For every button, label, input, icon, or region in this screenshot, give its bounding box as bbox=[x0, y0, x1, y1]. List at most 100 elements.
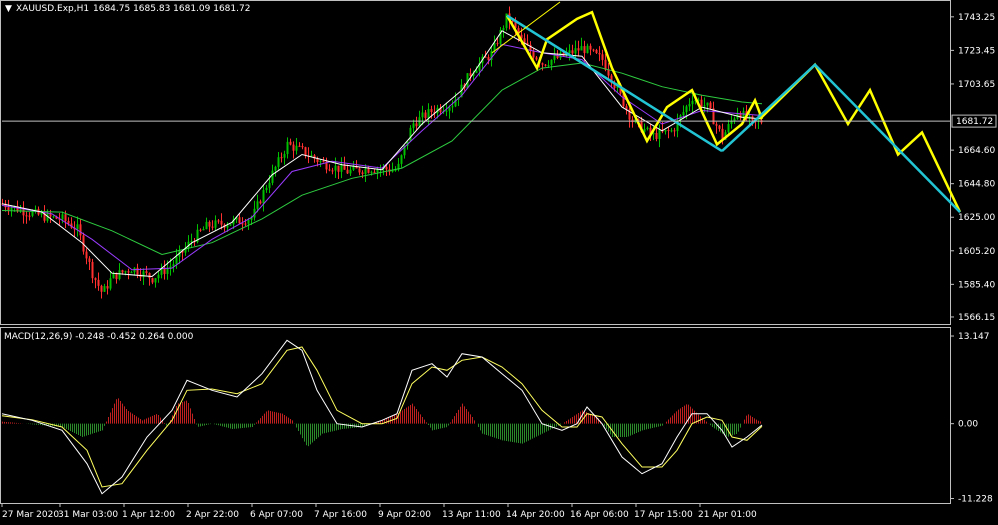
candle-body bbox=[280, 157, 283, 159]
candle-body bbox=[298, 145, 301, 147]
candle-body bbox=[607, 69, 610, 76]
forecast-arrows bbox=[491, 1, 962, 213]
candle-body bbox=[358, 168, 361, 173]
candle-body bbox=[496, 43, 499, 45]
candle-body bbox=[85, 251, 88, 259]
candle-body bbox=[319, 161, 322, 163]
time-tick-label: 16 Apr 06:00 bbox=[570, 510, 629, 520]
candle-body bbox=[685, 106, 688, 113]
candle-body bbox=[415, 123, 418, 127]
candle-body bbox=[349, 169, 352, 174]
candle-body bbox=[127, 271, 130, 273]
collapse-arrow-icon[interactable]: ▼ bbox=[5, 4, 12, 14]
candle-body bbox=[136, 267, 139, 275]
time-tick-label: 6 Apr 07:00 bbox=[250, 510, 303, 520]
candle-body bbox=[295, 145, 298, 151]
candle-body bbox=[64, 214, 67, 222]
candle-body bbox=[367, 168, 370, 173]
candle-body bbox=[190, 241, 193, 243]
candle-body bbox=[25, 215, 28, 217]
candle-body bbox=[400, 155, 403, 164]
candle-body bbox=[202, 229, 205, 231]
candle-body bbox=[655, 132, 658, 139]
price-axis: 1743.25 1723.45 1703.65 1664.60 1644.80 1625.… bbox=[950, 13, 995, 323]
candle-body bbox=[259, 201, 262, 204]
candle-body bbox=[340, 164, 343, 172]
candle-body bbox=[109, 278, 112, 289]
candle-body bbox=[571, 50, 574, 54]
candle-body bbox=[337, 165, 340, 172]
candle-body bbox=[532, 51, 535, 58]
candle-body bbox=[361, 172, 364, 174]
candle-body bbox=[220, 220, 223, 225]
candle-body bbox=[40, 212, 43, 215]
candle-body bbox=[409, 127, 412, 142]
candle-body bbox=[589, 45, 592, 50]
price-tick-label: 1625.00 bbox=[958, 213, 995, 223]
candle-body bbox=[199, 229, 202, 231]
candle-body bbox=[445, 110, 448, 112]
price-tick-label: 1605.20 bbox=[958, 247, 995, 257]
candle-body bbox=[226, 225, 229, 228]
candle-body bbox=[148, 272, 151, 279]
candle-body bbox=[154, 278, 157, 283]
candle-body bbox=[568, 50, 571, 54]
candle-body bbox=[535, 57, 538, 60]
time-tick-label: 2 Apr 22:00 bbox=[186, 510, 239, 520]
candle-body bbox=[718, 125, 721, 129]
symbol-label: XAUUSD.Exp,H1 bbox=[16, 4, 89, 14]
candle-body bbox=[205, 221, 208, 230]
macd-tick-label: -11.228 bbox=[958, 495, 993, 505]
candle-body bbox=[124, 271, 127, 273]
candle-body bbox=[547, 65, 550, 67]
time-tick-label: 31 Mar 03:00 bbox=[58, 510, 118, 520]
candle-body bbox=[424, 112, 427, 118]
time-tick-label: 9 Apr 02:00 bbox=[378, 510, 431, 520]
candle-body bbox=[208, 221, 211, 227]
candle-body bbox=[10, 207, 13, 210]
candle-body bbox=[31, 211, 34, 216]
candle-body bbox=[94, 278, 97, 280]
chart-window[interactable]: ▼ XAUUSD.Exp,H1 1684.75 1685.83 1681.09 … bbox=[0, 0, 998, 521]
candle-body bbox=[271, 170, 274, 183]
candle-body bbox=[274, 166, 277, 171]
candle-body bbox=[487, 57, 490, 60]
candle-body bbox=[166, 268, 169, 274]
candle-body bbox=[601, 54, 604, 60]
ohlc-label: 1684.75 1685.83 1681.09 1681.72 bbox=[93, 4, 250, 14]
candle-body bbox=[580, 46, 583, 51]
time-tick-label: 13 Apr 11:00 bbox=[442, 510, 501, 520]
ma-fast-line bbox=[1, 30, 763, 278]
price-tick-label: 1664.60 bbox=[958, 146, 995, 156]
candle-body bbox=[292, 144, 295, 151]
ma-mid-line bbox=[1, 43, 763, 271]
candle-body bbox=[175, 256, 178, 265]
candle-body bbox=[715, 124, 718, 126]
candle-body bbox=[574, 48, 577, 54]
candle-body bbox=[106, 286, 109, 289]
macd-label: MACD(12,26,9) -0.248 -0.452 0.264 0.000 bbox=[4, 332, 194, 342]
candle-body bbox=[301, 146, 304, 148]
candle-body bbox=[328, 169, 331, 171]
candle-body bbox=[673, 130, 676, 132]
candle-body bbox=[151, 278, 154, 283]
symbol-header: ▼ XAUUSD.Exp,H1 1684.75 1685.83 1681.09 … bbox=[5, 4, 250, 14]
chart-canvas[interactable]: ▼ XAUUSD.Exp,H1 1684.75 1685.83 1681.09 … bbox=[0, 0, 998, 521]
candle-body bbox=[346, 169, 349, 174]
price-tick-label: 1703.65 bbox=[958, 80, 995, 90]
candle-body bbox=[706, 102, 709, 106]
candle-body bbox=[670, 130, 673, 132]
macd-tick-label: 0.00 bbox=[958, 420, 978, 430]
ma-slow-line bbox=[1, 62, 763, 256]
candle-body bbox=[595, 50, 598, 54]
candle-body bbox=[475, 70, 478, 73]
candle-body bbox=[268, 182, 271, 188]
current-price-label: 1681.72 bbox=[956, 117, 993, 127]
candle-body bbox=[265, 187, 268, 191]
candle-body bbox=[550, 59, 553, 66]
candle-body bbox=[130, 272, 133, 274]
candle-body bbox=[592, 49, 595, 51]
candle-body bbox=[79, 224, 82, 236]
candle-body bbox=[541, 63, 544, 65]
time-tick-label: 14 Apr 20:00 bbox=[506, 510, 565, 520]
